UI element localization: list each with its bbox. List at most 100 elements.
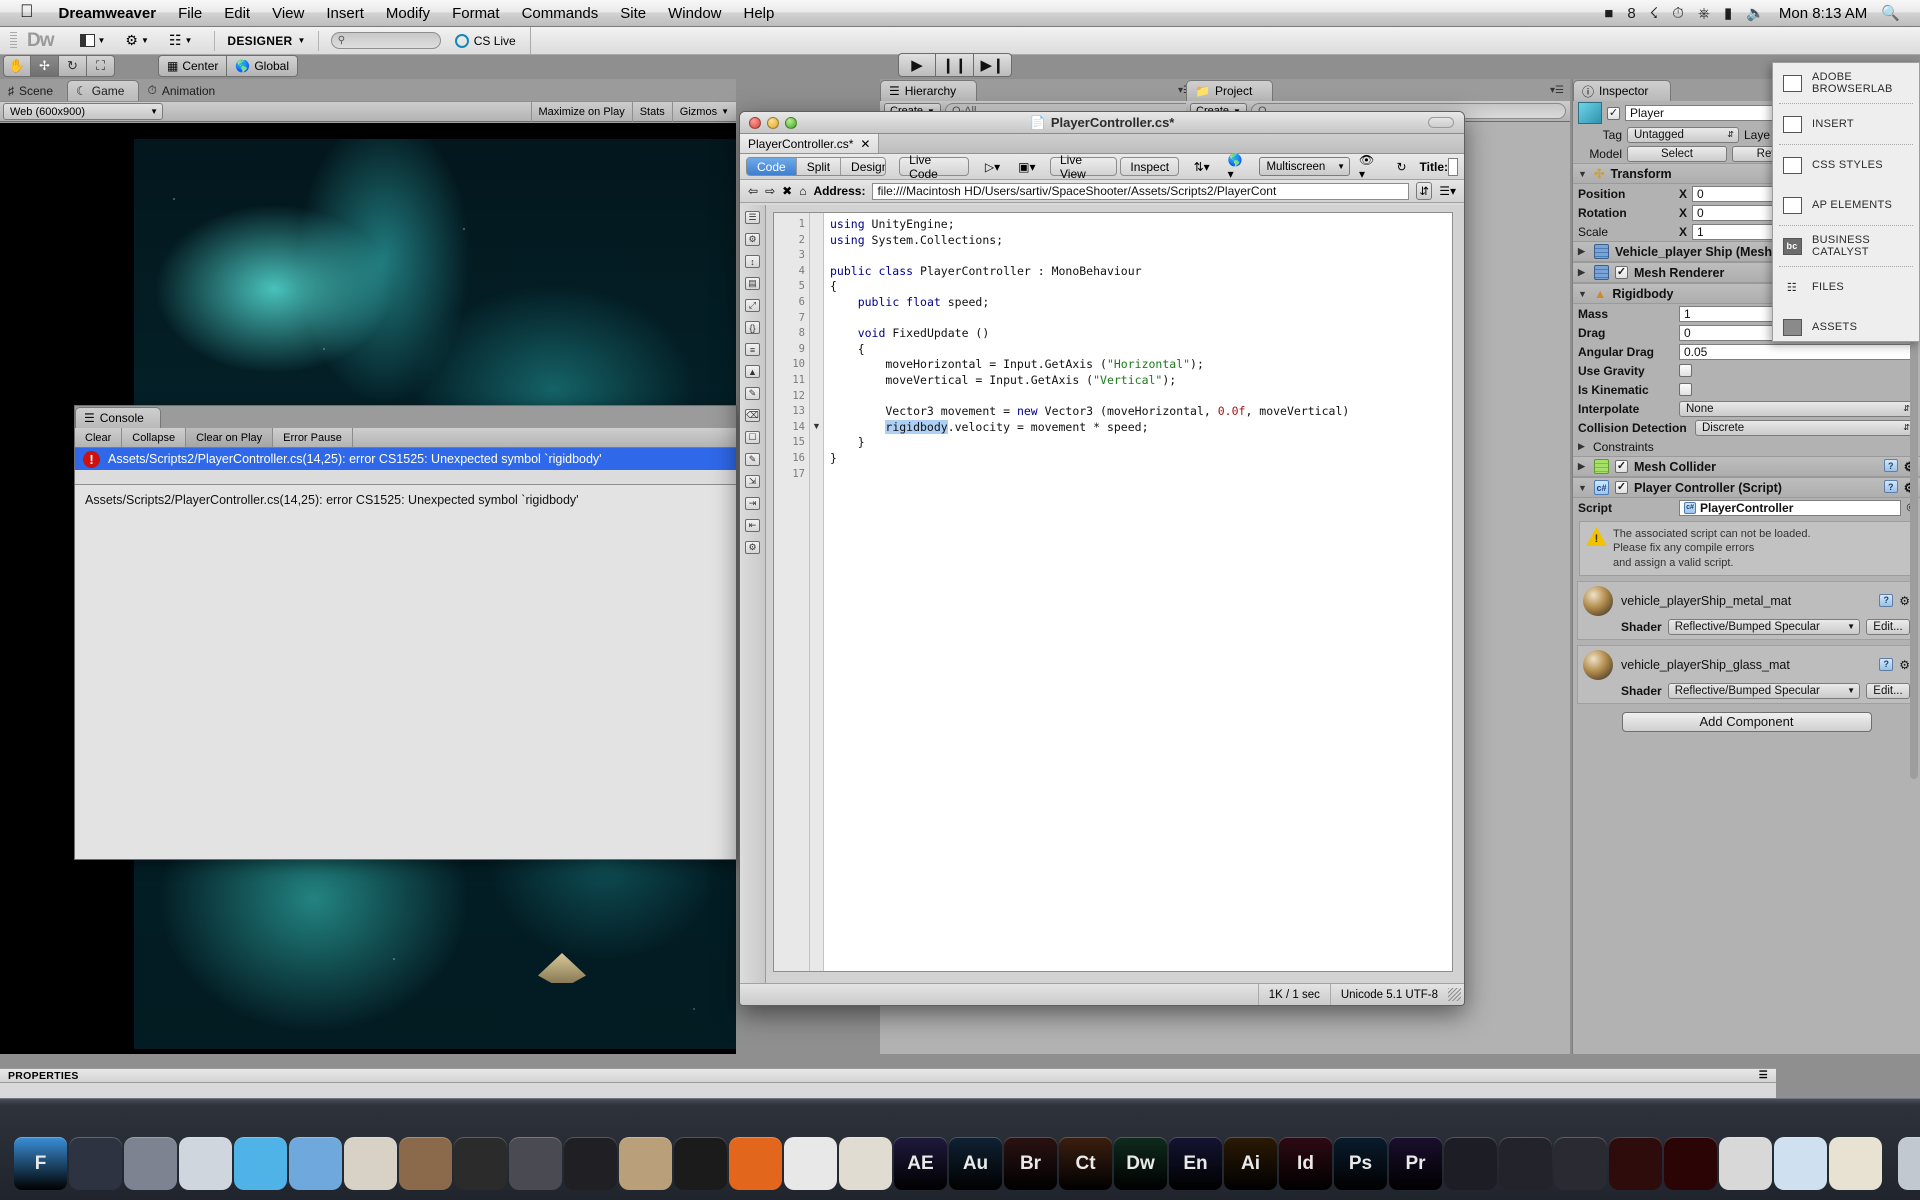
shader-dropdown-metal[interactable]: Reflective/Bumped Specular ▼ xyxy=(1667,618,1860,635)
shader-edit-button-glass[interactable]: Edit... xyxy=(1866,682,1910,699)
dock-item-dreamweaver[interactable]: Dw xyxy=(1114,1137,1167,1190)
wrap-tag-icon[interactable]: ☐ xyxy=(745,431,760,444)
indent-code-icon[interactable]: ⇥ xyxy=(745,497,760,510)
dock-item-mail[interactable] xyxy=(289,1137,342,1190)
view-code-button[interactable]: Code xyxy=(747,158,797,175)
menu-modify[interactable]: Modify xyxy=(375,5,441,22)
display-icon[interactable]: ▮ xyxy=(1724,4,1732,22)
dock-item-terminal[interactable] xyxy=(674,1137,727,1190)
rigidbody-constraints-row[interactable]: ▶ Constraints xyxy=(1573,437,1920,456)
window-title-bar[interactable]: 📄 PlayerController.cs* xyxy=(740,112,1464,134)
workspace-switcher[interactable]: DESIGNER ▼ xyxy=(227,34,305,48)
component-gear-icon[interactable]: ⚙ xyxy=(1899,594,1910,608)
console-error-row[interactable]: ! Assets/Scripts2/PlayerController.cs(14… xyxy=(75,448,736,470)
live-code-button[interactable]: Live Code xyxy=(899,153,969,181)
menu-format[interactable]: Format xyxy=(441,5,511,22)
menu-bar-clock[interactable]: Mon 8:13 AM xyxy=(1779,5,1867,22)
dock-item-finder[interactable]: F xyxy=(14,1137,67,1190)
refresh-icon[interactable]: ↻ xyxy=(1387,157,1415,176)
dock-item-audition[interactable]: Au xyxy=(949,1137,1002,1190)
dock-item-unity[interactable] xyxy=(454,1137,507,1190)
help-icon[interactable]: ? xyxy=(1883,480,1898,493)
is-kinematic-checkbox[interactable] xyxy=(1679,383,1692,396)
address-stepper-icon[interactable]: ⇵ xyxy=(1416,182,1433,200)
dock-item-preview[interactable] xyxy=(1774,1137,1827,1190)
title-field[interactable] xyxy=(1448,157,1458,176)
shader-dropdown-glass[interactable]: Reflective/Bumped Specular ▼ xyxy=(1667,682,1860,699)
mesh-collider-checkbox[interactable]: ✓ xyxy=(1615,460,1628,473)
forward-icon[interactable]: ⇨ xyxy=(765,184,775,198)
open-documents-icon[interactable]: ☰ xyxy=(745,211,760,224)
select-parent-tag-icon[interactable]: ⤢ xyxy=(745,299,760,312)
dock-item-address-book[interactable] xyxy=(619,1137,672,1190)
dock-item-bridge[interactable]: Br xyxy=(1004,1137,1057,1190)
document-tab[interactable]: PlayerController.cs* ✕ xyxy=(740,134,880,153)
component-gear-icon[interactable]: ⚙ xyxy=(1899,658,1910,672)
balance-braces-icon[interactable]: {} xyxy=(745,321,760,334)
mesh-collider-component-header[interactable]: ▶ ✓ Mesh Collider ? ⚙ xyxy=(1573,456,1920,477)
collision-detection-dropdown[interactable]: Discrete ⇵ xyxy=(1695,419,1915,436)
transfer-icon[interactable]: ⇅▾ xyxy=(1185,157,1219,176)
tab-animation[interactable]: ⏱ Animation xyxy=(139,80,229,101)
dock-item-premiere[interactable]: Pr xyxy=(1389,1137,1442,1190)
tab-hierarchy[interactable]: ☰ Hierarchy xyxy=(880,80,978,101)
menu-help[interactable]: Help xyxy=(733,5,786,22)
expand-all-icon[interactable]: ▤ xyxy=(745,277,760,290)
stats-button[interactable]: Stats xyxy=(631,101,672,122)
volume-icon[interactable]: 🔈 xyxy=(1746,4,1765,22)
dock-item-after-effects[interactable]: AE xyxy=(894,1137,947,1190)
console-clear-on-play-button[interactable]: Clear on Play xyxy=(186,428,274,447)
model-select-button[interactable]: Select xyxy=(1627,145,1727,162)
time-machine-icon[interactable]: ⏱ xyxy=(1672,5,1684,22)
dock-item-indesign[interactable]: Id xyxy=(1279,1137,1332,1190)
visual-aids-icon[interactable]: 👁▾ xyxy=(1350,153,1387,181)
collapse-outside-icon[interactable]: ↕ xyxy=(745,255,760,268)
hand-tool-button[interactable]: ✋ xyxy=(3,55,31,77)
collapse-triangle-icon[interactable]: ▼ xyxy=(1578,169,1588,179)
panel-item-assets[interactable]: ASSETS xyxy=(1773,307,1919,347)
panel-item-insert[interactable]: INSERT xyxy=(1773,104,1919,144)
highlight-invalid-icon[interactable]: ▲ xyxy=(745,365,760,378)
collapse-triangle-icon[interactable]: ▼ xyxy=(1578,289,1588,299)
multiscreen-dropdown[interactable]: Multiscreen ▼ xyxy=(1259,157,1351,176)
player-controller-component-header[interactable]: ▼ c# ✓ Player Controller (Script) ? ⚙ xyxy=(1573,477,1920,498)
close-icon[interactable]: ✕ xyxy=(860,137,870,151)
spotlight-search-icon[interactable]: 🔍 xyxy=(1881,4,1900,22)
code-collapse-gutter[interactable]: ▼ xyxy=(810,213,824,971)
dock-item-encore[interactable]: En xyxy=(1169,1137,1222,1190)
file-management-icon[interactable]: ☰▾ xyxy=(1439,184,1456,198)
apple-logo-icon[interactable]:  xyxy=(8,1,48,25)
dock-item-chrome[interactable] xyxy=(784,1137,837,1190)
menu-commands[interactable]: Commands xyxy=(511,5,610,22)
step-button[interactable]: ▶❙ xyxy=(974,53,1012,77)
help-icon[interactable]: ? xyxy=(1883,459,1898,472)
inspector-scrollbar[interactable] xyxy=(1910,329,1918,779)
dock-item-dashboard[interactable] xyxy=(69,1137,122,1190)
maximize-on-play-button[interactable]: Maximize on Play xyxy=(530,101,632,122)
dock-item-word[interactable] xyxy=(1719,1137,1772,1190)
console-clear-button[interactable]: Clear xyxy=(75,428,123,447)
scale-tool-button[interactable]: ⛶ xyxy=(87,55,115,77)
panel-options-icon[interactable]: ▾☰ xyxy=(1550,85,1570,96)
script-object-field[interactable]: c# PlayerController xyxy=(1679,499,1902,516)
address-input[interactable]: file:///Macintosh HD/Users/sartiv/SpaceS… xyxy=(872,182,1410,200)
apply-comment-icon[interactable]: ✎ xyxy=(745,387,760,400)
help-icon[interactable]: ? xyxy=(1879,593,1894,607)
dock-item-garageband[interactable] xyxy=(399,1137,452,1190)
drag-grip[interactable] xyxy=(10,31,17,50)
panel-item-files[interactable]: ☷ FILES xyxy=(1773,267,1919,307)
add-component-button[interactable]: Add Component xyxy=(1621,711,1872,732)
panel-item-ap-elements[interactable]: AP ELEMENTS xyxy=(1773,185,1919,225)
gizmos-button[interactable]: Gizmos ▼ xyxy=(671,101,736,122)
tab-project[interactable]: 📁 Project xyxy=(1186,80,1274,101)
view-split-button[interactable]: Split xyxy=(796,158,842,175)
dock-item-fireworks[interactable] xyxy=(1609,1137,1662,1190)
dock-item-trash[interactable] xyxy=(1898,1137,1920,1190)
help-icon[interactable]: ? xyxy=(1879,657,1894,671)
layout-button[interactable]: ▼ xyxy=(70,30,116,52)
move-tool-button[interactable]: ✢ xyxy=(31,55,59,77)
code-scroll-container[interactable]: 1 2 3 4 5 6 7 8 9 10 11 12 13 14 15 16 17 ▼ using UnityE… xyxy=(773,212,1453,972)
dock-item-extension-mgr[interactable] xyxy=(1554,1137,1607,1190)
dock-item-itunes[interactable] xyxy=(234,1137,287,1190)
dock-item-system-prefs[interactable] xyxy=(124,1137,177,1190)
